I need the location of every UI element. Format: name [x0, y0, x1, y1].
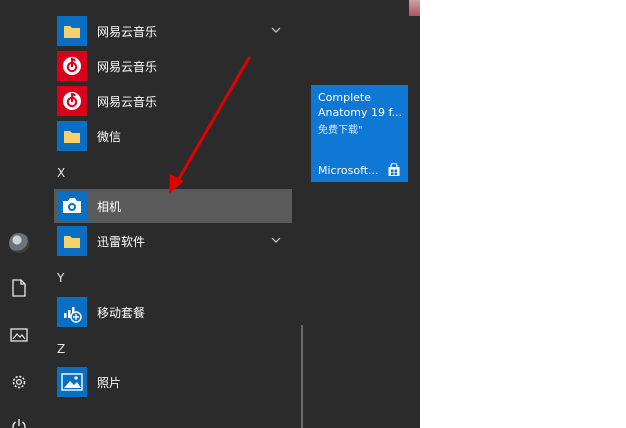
app-item-netease-folder[interactable]: 网易云音乐: [54, 14, 292, 48]
app-label: 照片: [97, 375, 122, 390]
folder-icon: [57, 121, 87, 151]
gear-icon: [12, 375, 26, 389]
chevron-down-icon[interactable]: [270, 234, 282, 246]
app-item-camera[interactable]: 相机: [54, 189, 292, 223]
mobile-plans-icon: [57, 297, 87, 327]
netease-cloud-music-icon: [57, 51, 87, 81]
app-label: 网易云音乐: [97, 24, 158, 39]
app-item-mobile-plans[interactable]: 移动套餐: [54, 295, 292, 329]
app-label: 相机: [97, 199, 122, 214]
power-icon: [12, 419, 26, 428]
tile-subtitle: 免费下载": [318, 125, 363, 136]
app-item-netease-music-2[interactable]: 网易云音乐: [54, 84, 292, 118]
avatar: [9, 233, 29, 253]
section-letter-x[interactable]: X: [57, 166, 65, 180]
start-rail: [0, 0, 40, 428]
section-letter-z[interactable]: Z: [57, 342, 65, 356]
app-label: 迅雷软件: [97, 234, 146, 249]
live-tile-complete-anatomy[interactable]: Complete Anatomy 19 f... 免费下载" Microsoft…: [311, 85, 408, 182]
tile-publisher: Microsoft...: [318, 164, 379, 177]
app-list: 网易云音乐 网易云音乐 网易云音乐 微信 X 相机 迅雷软件 Y 移动套餐 Z …: [40, 0, 296, 428]
scrollbar[interactable]: [301, 325, 303, 428]
camera-icon: [57, 191, 87, 221]
background-window-thumbnail: [409, 0, 420, 16]
folder-icon: [57, 16, 87, 46]
pictures-button[interactable]: [5, 321, 33, 349]
folder-icon: [57, 226, 87, 256]
netease-cloud-music-icon: [57, 86, 87, 116]
app-label: 网易云音乐: [97, 94, 158, 109]
chevron-down-icon[interactable]: [270, 24, 282, 36]
power-button[interactable]: [5, 412, 33, 428]
app-item-wechat-folder[interactable]: 微信: [54, 119, 292, 153]
section-letter-y[interactable]: Y: [57, 271, 64, 285]
start-menu: 网易云音乐 网易云音乐 网易云音乐 微信 X 相机 迅雷软件 Y 移动套餐 Z …: [0, 0, 420, 428]
app-item-photos[interactable]: 照片: [54, 365, 292, 399]
user-avatar[interactable]: [5, 229, 33, 257]
settings-button[interactable]: [5, 368, 33, 396]
pictures-icon: [10, 328, 28, 342]
app-item-netease-music-1[interactable]: 网易云音乐: [54, 49, 292, 83]
documents-button[interactable]: [5, 274, 33, 302]
tile-title: Complete Anatomy 19 f...: [318, 91, 403, 119]
store-bag-icon: [388, 163, 400, 176]
app-item-xunlei-folder[interactable]: 迅雷软件: [54, 224, 292, 258]
document-icon: [12, 279, 26, 297]
app-label: 微信: [97, 129, 122, 144]
app-label: 移动套餐: [97, 305, 146, 320]
app-label: 网易云音乐: [97, 59, 158, 74]
photos-icon: [57, 367, 87, 397]
